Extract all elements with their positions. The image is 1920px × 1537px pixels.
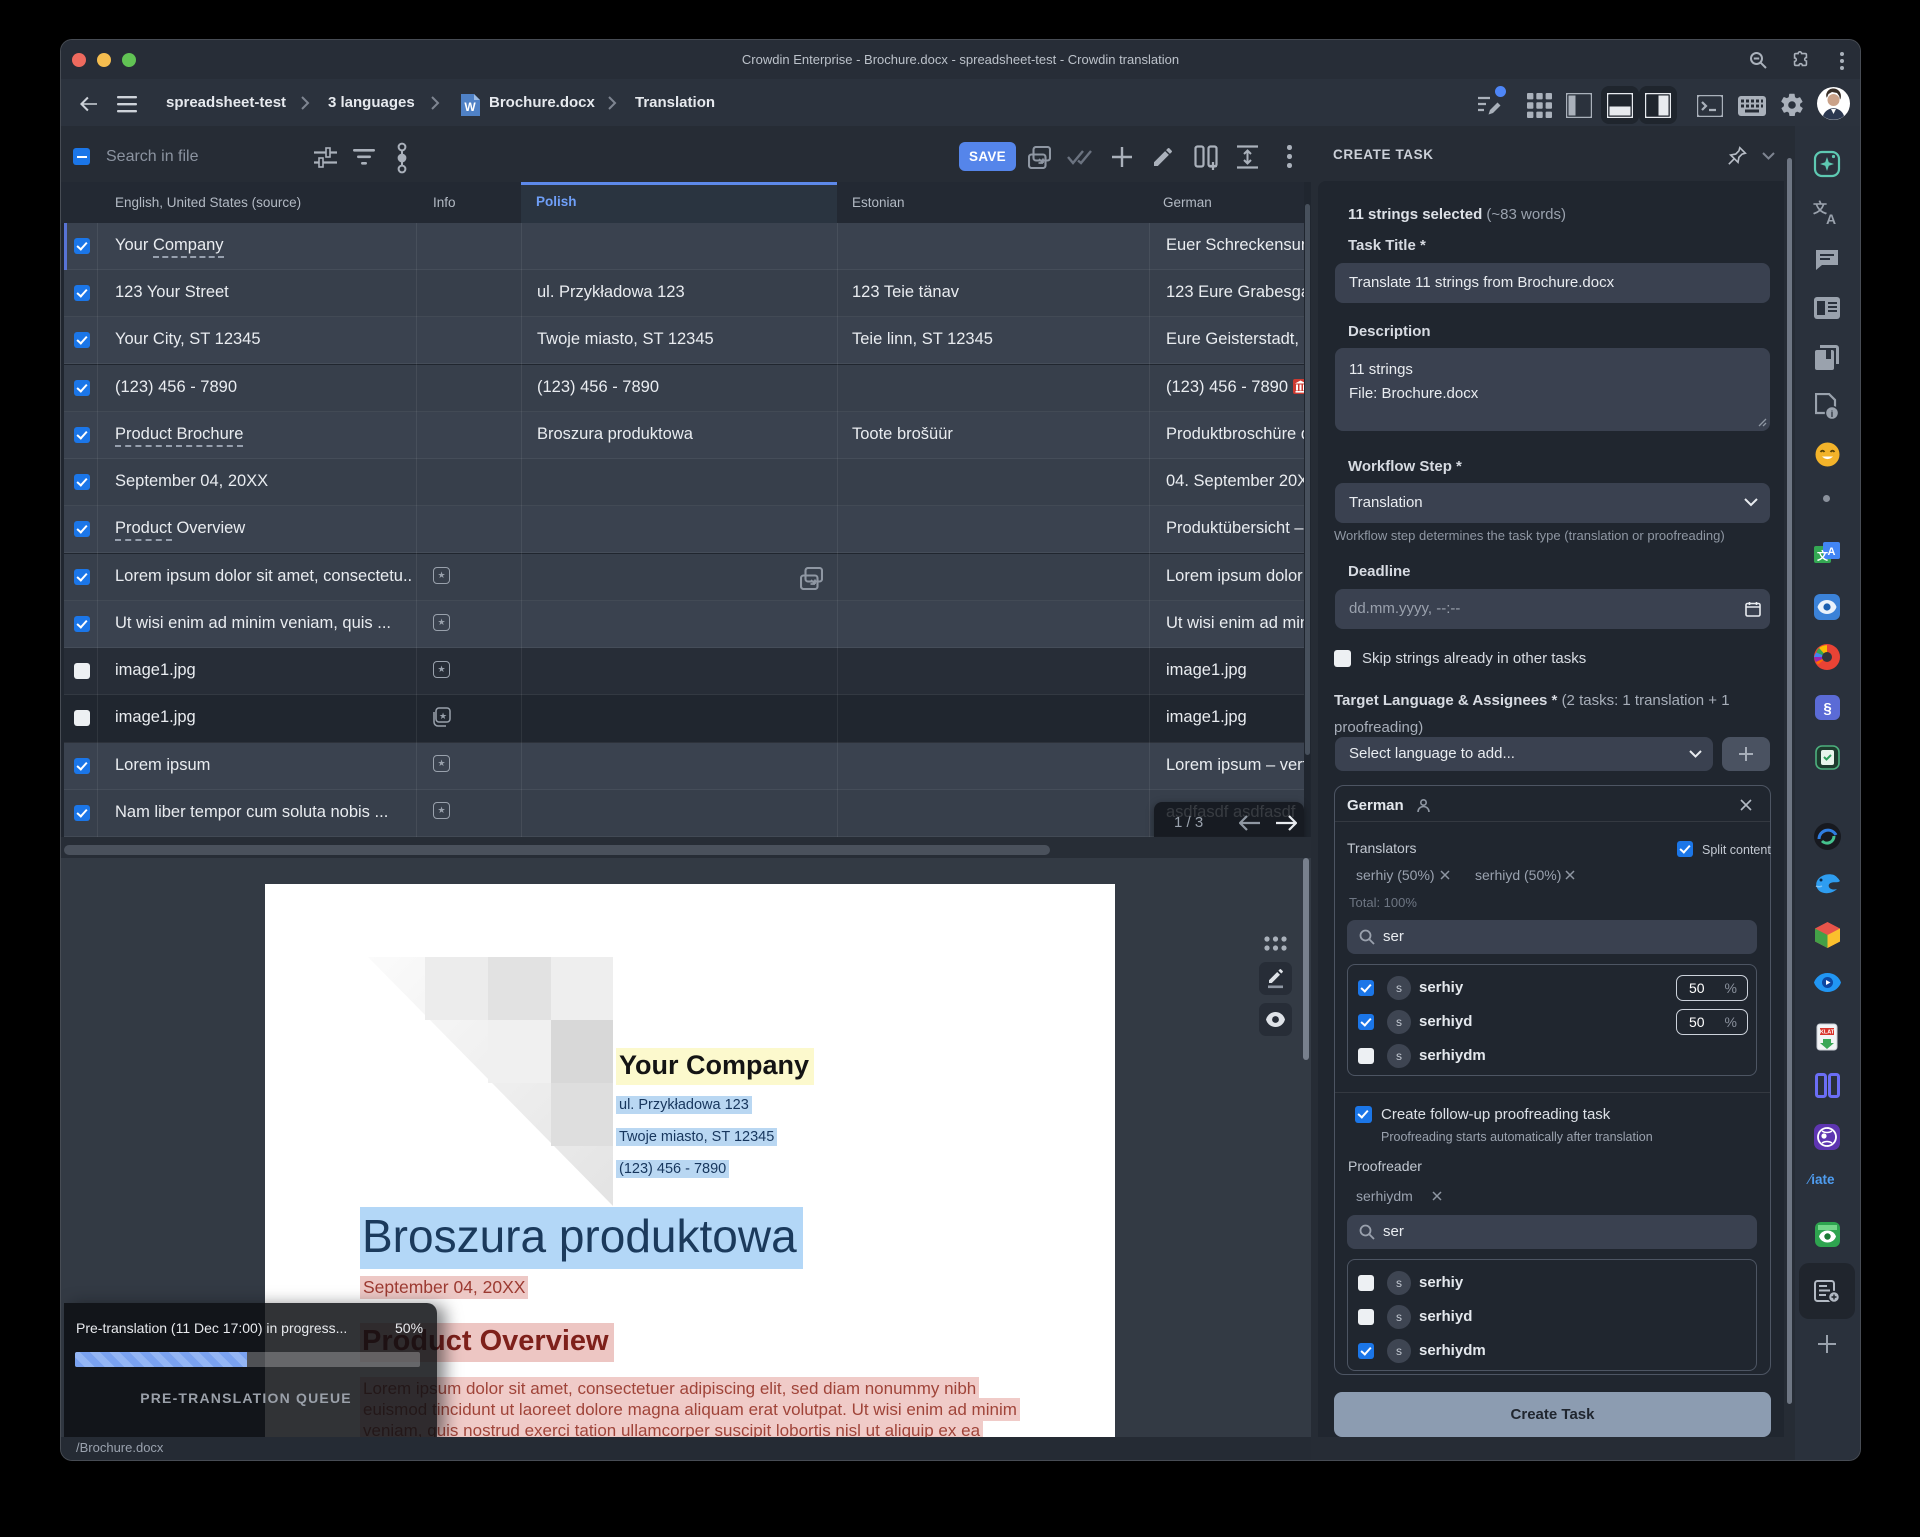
svg-text:文: 文 [1817, 549, 1829, 563]
svg-text:§: § [1823, 700, 1831, 717]
svg-text:★: ★ [439, 711, 447, 721]
svg-text:i: i [1831, 409, 1834, 419]
svg-text:A: A [1826, 211, 1836, 226]
svg-text:W: W [464, 100, 476, 114]
svg-text:KLAT: KLAT [1820, 1030, 1835, 1036]
svg-text:A: A [1828, 546, 1836, 558]
